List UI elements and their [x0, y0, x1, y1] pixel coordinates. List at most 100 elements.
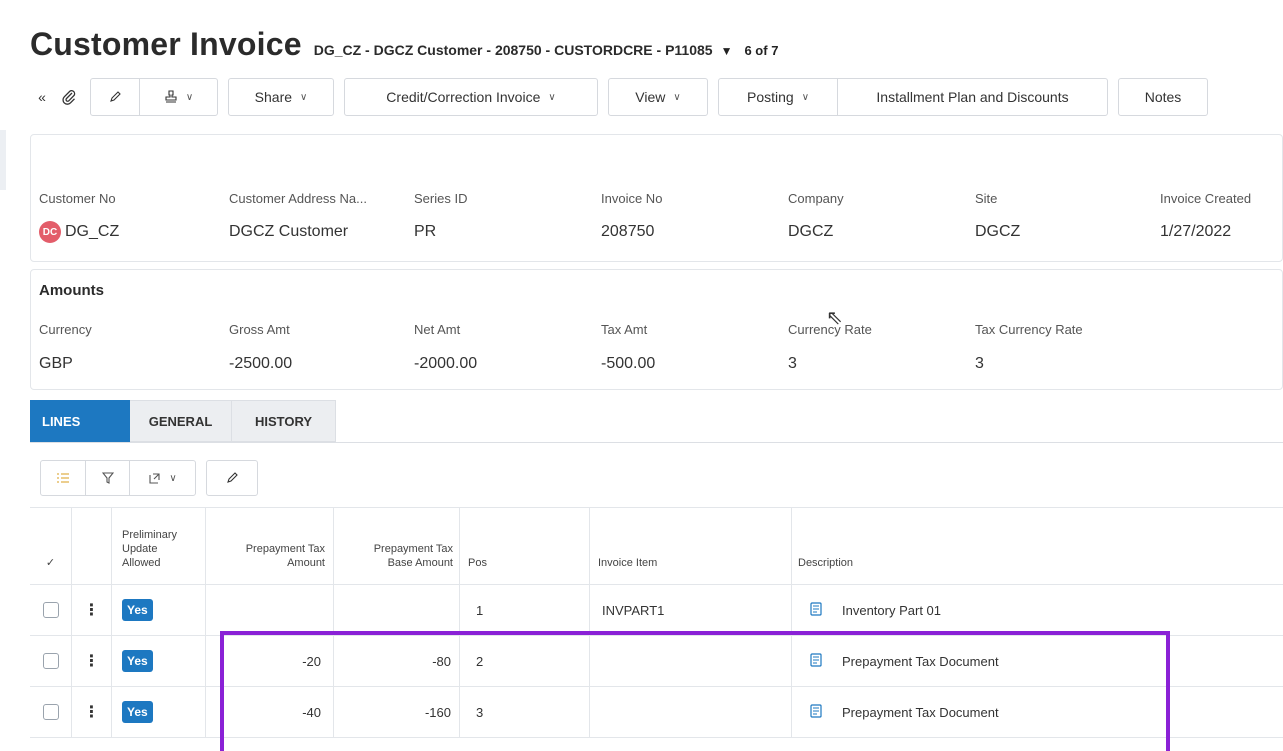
site-value: DGCZ — [975, 223, 1021, 240]
lines-toolbar: ∨ — [40, 460, 268, 496]
col-pos[interactable]: Pos — [460, 508, 590, 584]
avatar: DC — [39, 221, 61, 243]
lines-view-group: ∨ — [40, 460, 196, 496]
row-checkbox[interactable] — [30, 636, 72, 686]
share-button[interactable]: Share ∨ — [228, 78, 334, 116]
prepayment-tax-amount-cell: -40 — [206, 687, 334, 737]
prepayment-tax-base-cell: -80 — [334, 636, 460, 686]
mouse-cursor-icon: ⇖ — [826, 307, 843, 329]
prepayment-tax-base-cell — [334, 585, 460, 635]
customer-address-label: Customer Address Na... — [229, 191, 367, 206]
invoice-created-label: Invoice Created — [1160, 191, 1252, 206]
chevron-down-icon: ∨ — [801, 91, 810, 103]
edit-group: ∨ — [90, 78, 218, 116]
record-count: 6 of 7 — [744, 43, 779, 58]
stamp-icon — [165, 90, 177, 103]
status-badge: Yes — [122, 599, 153, 621]
gross-amt-value: -2500.00 — [229, 355, 293, 372]
invoice-header-card: Customer No DC DG_CZ Customer Address Na.… — [30, 134, 1283, 262]
tab-general[interactable]: GENERAL — [130, 400, 232, 442]
document-icon[interactable] — [810, 652, 822, 670]
table-row[interactable]: ⋮ Yes -40 -160 3 Prepayment Tax Document — [30, 687, 1283, 738]
series-id-value: PR — [414, 223, 437, 240]
row-more-icon[interactable]: ⋮ — [72, 687, 112, 737]
record-subtitle: DG_CZ - DGCZ Customer - 208750 - CUSTORD… — [313, 42, 713, 58]
chevron-down-icon: ∨ — [548, 91, 556, 103]
credit-correction-invoice-button[interactable]: Credit/Correction Invoice ∨ — [344, 78, 598, 116]
currency-value: GBP — [39, 355, 73, 372]
record-selector-caret-icon[interactable]: ▼ — [721, 44, 733, 58]
installment-plan-button[interactable]: Installment Plan and Discounts — [837, 79, 1107, 115]
invoice-no-label: Invoice No — [601, 191, 663, 206]
attachment-icon[interactable] — [54, 89, 84, 105]
list-icon[interactable] — [41, 461, 85, 495]
tax-currency-rate-label: Tax Currency Rate — [975, 322, 1083, 337]
site-label: Site — [975, 191, 998, 206]
chevron-down-icon: ∨ — [185, 91, 194, 103]
status-badge: Yes — [122, 701, 153, 723]
left-edge-strip — [0, 130, 6, 190]
col-prepayment-tax-amount[interactable]: Prepayment Tax Amount — [206, 508, 334, 584]
notes-button[interactable]: Notes — [1118, 78, 1208, 116]
invoice-item-cell — [590, 636, 792, 686]
amounts-section-title: Amounts — [39, 282, 104, 299]
status-badge: Yes — [122, 650, 153, 672]
description-cell: Inventory Part 01 — [792, 585, 1283, 635]
company-value: DGCZ — [788, 223, 834, 240]
col-description[interactable]: Description — [792, 508, 1283, 584]
prepayment-tax-base-cell: -160 — [334, 687, 460, 737]
row-more-icon[interactable]: ⋮ — [72, 585, 112, 635]
prepayment-tax-amount-cell: -20 — [206, 636, 334, 686]
posting-group: Posting ∨ Installment Plan and Discounts — [718, 78, 1108, 116]
lines-edit-group — [206, 460, 258, 496]
invoice-item-cell — [590, 687, 792, 737]
posting-button[interactable]: Posting ∨ — [719, 79, 837, 115]
customer-address-value: DGCZ Customer — [229, 223, 349, 240]
edit-lines-pencil-icon[interactable] — [207, 461, 257, 495]
prepayment-tax-amount-cell — [206, 585, 334, 635]
edit-pencil-icon[interactable] — [91, 79, 139, 115]
description-cell: Prepayment Tax Document — [792, 687, 1283, 737]
select-all-checkmark-icon[interactable]: ✓ — [30, 508, 72, 584]
tab-history[interactable]: HISTORY — [232, 400, 336, 442]
currency-rate-value: 3 — [788, 355, 797, 372]
row-checkbox[interactable] — [30, 585, 72, 635]
customer-no-value[interactable]: DC DG_CZ — [39, 221, 119, 243]
row-menu-header — [72, 508, 112, 584]
currency-label: Currency — [39, 322, 92, 337]
collapse-icon[interactable]: « — [30, 89, 54, 105]
amounts-card: Amounts Currency GBP Gross Amt -2500.00 … — [30, 269, 1283, 390]
chevron-down-icon: ∨ — [300, 91, 308, 103]
invoice-item-cell: INVPART1 — [590, 585, 792, 635]
series-id-label: Series ID — [414, 191, 468, 206]
view-button[interactable]: View ∨ — [608, 78, 708, 116]
preliminary-update-cell: Yes — [112, 585, 206, 635]
filter-icon[interactable] — [85, 461, 129, 495]
stamp-menu-button[interactable]: ∨ — [139, 79, 217, 115]
row-checkbox[interactable] — [30, 687, 72, 737]
document-icon[interactable] — [810, 703, 822, 721]
document-icon[interactable] — [810, 601, 822, 619]
export-icon — [149, 472, 160, 484]
col-invoice-item[interactable]: Invoice Item — [590, 508, 792, 584]
invoice-created-value: 1/27/2022 — [1160, 223, 1232, 240]
table-row[interactable]: ⋮ Yes -20 -80 2 Prepayment Tax Document — [30, 636, 1283, 687]
col-prepayment-tax-base-amount[interactable]: Prepayment Tax Base Amount — [334, 508, 460, 584]
gross-amt-label: Gross Amt — [229, 322, 290, 337]
page-header: Customer Invoice DG_CZ - DGCZ Customer -… — [30, 26, 778, 63]
grid-header-row: ✓ Preliminary Update Allowed Prepayment … — [30, 507, 1283, 585]
net-amt-label: Net Amt — [414, 322, 461, 337]
export-menu-button[interactable]: ∨ — [129, 461, 195, 495]
row-more-icon[interactable]: ⋮ — [72, 636, 112, 686]
table-row[interactable]: ⋮ Yes 1 INVPART1 Inventory Part 01 — [30, 585, 1283, 636]
preliminary-update-cell: Yes — [112, 687, 206, 737]
chevron-down-icon: ∨ — [673, 91, 681, 103]
chevron-down-icon: ∨ — [169, 472, 177, 484]
detail-tabs: LINES GENERAL HISTORY — [30, 400, 336, 442]
pos-cell: 1 — [460, 585, 590, 635]
col-preliminary-update-allowed[interactable]: Preliminary Update Allowed — [112, 508, 206, 584]
page-title: Customer Invoice — [30, 26, 302, 62]
company-label: Company — [788, 191, 844, 206]
tab-lines[interactable]: LINES — [30, 400, 130, 442]
net-amt-value: -2000.00 — [414, 355, 478, 372]
